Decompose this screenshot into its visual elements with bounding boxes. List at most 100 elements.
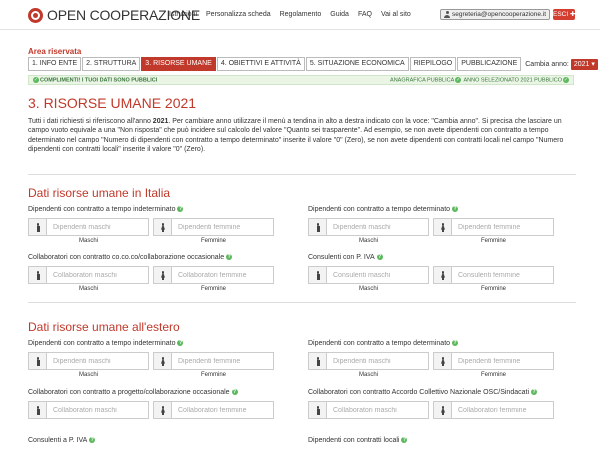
status-anno: ANNO SELEZIONATO 2021 PUBBLICO — [463, 77, 562, 84]
year-select[interactable]: 2021 ▾ — [570, 58, 598, 70]
tab-situazione-economica[interactable]: 5. SITUAZIONE ECONOMICA — [305, 57, 409, 71]
input-estero-collab-maschi[interactable] — [47, 402, 148, 418]
divider — [28, 302, 576, 303]
field-label: Dipendenti con contratto a tempo determi… — [308, 340, 451, 347]
intro-text: Tutti i dati richiesti si riferiscono al… — [28, 117, 576, 154]
logo-mark-icon — [28, 7, 43, 23]
male-icon — [316, 223, 320, 232]
field-label: Consulenti con P. IVA — [308, 254, 375, 261]
field-italia-consulenti: Consulenti con P. IVA? Maschi Femmine — [308, 253, 554, 292]
year-label: Cambia anno: — [525, 60, 569, 68]
tab-riepilogo[interactable]: RIEPILOGO — [409, 57, 457, 71]
help-icon[interactable]: ? — [452, 340, 459, 347]
input-italia-indet-maschi[interactable] — [47, 219, 148, 235]
logout-button[interactable]: ESCI ✚ — [553, 9, 575, 20]
input-estero-indet-femmine[interactable] — [172, 353, 273, 369]
intro-part-1: Tutti i dati richiesti si riferiscono al… — [28, 118, 153, 125]
area-title: Area riservata — [28, 47, 82, 56]
nav-personalizza-scheda[interactable]: Personalizza scheda — [206, 11, 271, 18]
field-estero-tempo-determinato: Dipendenti con contratto a tempo determi… — [308, 339, 554, 378]
field-label: Collaboratori con contratto co.co.co/col… — [28, 254, 225, 261]
help-icon[interactable]: ? — [231, 389, 238, 396]
help-icon[interactable]: ? — [177, 340, 184, 347]
user-account-button[interactable]: segreteria@opencooperazione.it — [440, 9, 551, 20]
sub-label-male: Maschi — [78, 286, 98, 292]
top-header: OPEN COOPERAZIONE Istruzioni Personalizz… — [0, 0, 600, 30]
input-italia-det-maschi[interactable] — [327, 219, 428, 235]
field-label: Dipendenti con contratto a tempo determi… — [308, 206, 451, 213]
field-label: Collaboratori con contratto Accordo Coll… — [308, 389, 530, 396]
sub-label-male: Maschi — [358, 372, 378, 378]
status-anagrafica: ANAGRAFICA PUBBLICA — [390, 77, 455, 84]
input-estero-det-maschi[interactable] — [327, 353, 428, 369]
tab-risorse-umane[interactable]: 3. RISORSE UMANE — [141, 57, 216, 71]
input-italia-indet-femmine[interactable] — [172, 219, 273, 235]
user-email: segreteria@opencooperazione.it — [452, 11, 547, 18]
male-icon — [36, 357, 40, 366]
publication-status-bar: ✓ COMPLIMENTI! I TUOI DATI SONO PUBBLICI … — [28, 75, 574, 85]
tab-struttura[interactable]: 2. STRUTTURA — [82, 57, 141, 71]
sub-label-female: Femmine — [200, 238, 226, 244]
input-italia-cons-femmine[interactable] — [452, 267, 553, 283]
help-icon[interactable]: ? — [531, 389, 538, 396]
help-icon[interactable]: ? — [89, 437, 96, 444]
input-estero-indet-maschi[interactable] — [47, 353, 148, 369]
nav-istruzioni[interactable]: Istruzioni — [169, 11, 197, 18]
male-icon — [316, 406, 320, 415]
field-estero-tempo-indeterminato: Dipendenti con contratto a tempo indeter… — [28, 339, 274, 378]
page-title: 3. RISORSE UMANE 2021 — [28, 95, 197, 111]
section-title-italia: Dati risorse umane in Italia — [28, 186, 171, 200]
help-icon[interactable]: ? — [177, 206, 184, 213]
field-estero-contratti-locali: Dipendenti con contratti locali? — [308, 436, 408, 446]
nav-regolamento[interactable]: Regolamento — [280, 11, 322, 18]
field-estero-collaboratori-progetto: Collaboratori con contratto a progetto/c… — [28, 388, 274, 419]
nav-vai-al-sito[interactable]: Vai al sito — [381, 11, 411, 18]
sub-label-male: Maschi — [358, 238, 378, 244]
female-icon — [161, 357, 165, 366]
tab-pubblicazione[interactable]: PUBBLICAZIONE — [457, 57, 522, 71]
nav-guida[interactable]: Guida — [330, 11, 349, 18]
input-italia-cons-maschi[interactable] — [327, 267, 428, 283]
divider — [28, 174, 576, 175]
logout-label: ESCI — [553, 11, 569, 18]
main-nav: Istruzioni Personalizza scheda Regolamen… — [169, 11, 411, 18]
input-estero-acn-maschi[interactable] — [327, 402, 428, 418]
field-label: Dipendenti con contratto a tempo indeter… — [28, 340, 176, 347]
status-left: COMPLIMENTI! I TUOI DATI SONO PUBBLICI — [40, 77, 158, 84]
nav-faq[interactable]: FAQ — [358, 11, 372, 18]
input-italia-collab-maschi[interactable] — [47, 267, 148, 283]
help-icon[interactable]: ? — [376, 254, 383, 261]
field-estero-collaboratori-acn: Collaboratori con contratto Accordo Coll… — [308, 388, 554, 419]
help-icon[interactable]: ? — [401, 437, 408, 444]
field-estero-consulenti: Consulenti a P. IVA? — [28, 436, 96, 446]
field-italia-tempo-indeterminato: Dipendenti con contratto a tempo indeter… — [28, 205, 274, 244]
female-icon — [161, 223, 165, 232]
help-icon[interactable]: ? — [226, 254, 233, 261]
female-icon — [441, 271, 445, 280]
steps-tabs: 1. INFO ENTE 2. STRUTTURA 3. RISORSE UMA… — [28, 57, 598, 71]
female-icon — [441, 223, 445, 232]
sub-label-female: Femmine — [480, 238, 506, 244]
sub-label-female: Femmine — [480, 372, 506, 378]
check-icon: ✓ — [455, 76, 462, 83]
tab-obiettivi-attivita[interactable]: 4. OBIETTIVI E ATTIVITÀ — [216, 57, 305, 71]
male-icon — [36, 406, 40, 415]
male-icon — [316, 271, 320, 280]
check-icon: ✓ — [33, 76, 39, 83]
male-icon — [316, 357, 320, 366]
check-icon: ✓ — [563, 76, 569, 83]
input-estero-acn-femmine[interactable] — [452, 402, 553, 418]
tab-info-ente[interactable]: 1. INFO ENTE — [28, 57, 82, 71]
female-icon — [441, 406, 445, 415]
female-icon — [161, 271, 165, 280]
input-italia-collab-femmine[interactable] — [172, 267, 273, 283]
female-icon — [161, 406, 165, 415]
sub-label-male: Maschi — [78, 238, 98, 244]
help-icon[interactable]: ? — [452, 206, 459, 213]
input-estero-det-femmine[interactable] — [452, 353, 553, 369]
input-italia-det-femmine[interactable] — [452, 219, 553, 235]
input-estero-collab-femmine[interactable] — [172, 402, 273, 418]
field-label: Consulenti a P. IVA — [28, 437, 88, 444]
field-italia-tempo-determinato: Dipendenti con contratto a tempo determi… — [308, 205, 554, 244]
field-label: Dipendenti con contratti locali — [308, 437, 400, 444]
